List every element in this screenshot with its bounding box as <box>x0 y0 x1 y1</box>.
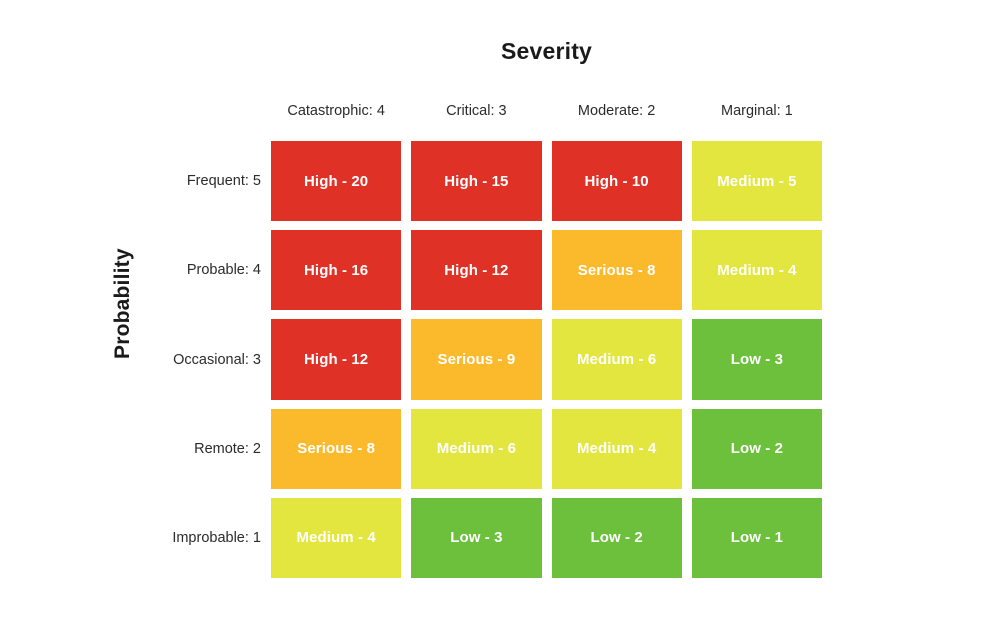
row-header-improbable: Improbable: 1 <box>172 529 261 546</box>
row-header-occasional: Occasional: 3 <box>173 351 261 368</box>
matrix-cell-frequent-marginal[interactable]: Medium - 5 <box>691 141 822 222</box>
matrix-cell-improbable-marginal[interactable]: Low - 1 <box>691 497 822 579</box>
matrix-cell-occasional-moderate[interactable]: Medium - 6 <box>551 319 682 400</box>
row-header-frequent: Frequent: 5 <box>186 173 261 190</box>
matrix-cell-probable-moderate[interactable]: Serious - 8 <box>551 230 682 311</box>
matrix-cell-frequent-critical[interactable]: High - 15 <box>411 141 542 222</box>
column-header-catastrophic: Catastrophic: 4 <box>287 103 385 119</box>
matrix-cell-improbable-critical[interactable]: Low - 3 <box>411 497 542 579</box>
matrix-cell-occasional-catastrophic[interactable]: High - 12 <box>271 319 402 400</box>
matrix-row-occasional: Occasional: 3 High - 12 Serious - 9 Medi… <box>173 319 822 400</box>
severity-axis-title: Severity <box>500 38 593 64</box>
column-header-row: Catastrophic: 4 Critical: 3 Moderate: 2 … <box>271 101 822 121</box>
matrix-row-probable: Probable: 4 High - 16 High - 12 Serious … <box>187 230 822 311</box>
matrix-row-frequent: Frequent: 5 High - 20 High - 15 High - 1… <box>187 141 822 222</box>
matrix-cell-remote-catastrophic[interactable]: Serious - 8 <box>271 408 402 489</box>
column-header-moderate: Moderate: 2 <box>577 103 656 119</box>
risk-matrix: Frequent: 5 High - 20 High - 15 High - 1… <box>172 141 822 579</box>
matrix-cell-remote-critical[interactable]: Medium - 6 <box>411 408 542 489</box>
matrix-cell-frequent-catastrophic[interactable]: High - 20 <box>271 141 402 222</box>
matrix-cell-frequent-moderate[interactable]: High - 10 <box>551 141 682 222</box>
column-header-marginal: Marginal: 1 <box>721 103 793 119</box>
matrix-row-remote: Remote: 2 Serious - 8 Medium - 6 Medium … <box>194 408 822 489</box>
matrix-cell-probable-catastrophic[interactable]: High - 16 <box>271 230 402 311</box>
row-header-remote: Remote: 2 <box>194 440 261 457</box>
matrix-cell-improbable-moderate[interactable]: Low - 2 <box>551 497 682 579</box>
probability-axis-title: Probability <box>111 248 134 359</box>
row-header-probable: Probable: 4 <box>186 262 261 279</box>
matrix-row-improbable: Improbable: 1 Medium - 4 Low - 3 Low - 2… <box>172 497 822 579</box>
matrix-cell-probable-marginal[interactable]: Medium - 4 <box>691 230 822 311</box>
matrix-cell-remote-marginal[interactable]: Low - 2 <box>691 408 822 489</box>
column-header-critical: Critical: 3 <box>446 103 507 119</box>
matrix-cell-occasional-marginal[interactable]: Low - 3 <box>691 319 822 400</box>
matrix-cell-remote-moderate[interactable]: Medium - 4 <box>551 408 682 489</box>
matrix-cell-occasional-critical[interactable]: Serious - 9 <box>411 319 542 400</box>
matrix-cell-improbable-catastrophic[interactable]: Medium - 4 <box>271 497 402 579</box>
matrix-cell-probable-critical[interactable]: High - 12 <box>411 230 542 311</box>
